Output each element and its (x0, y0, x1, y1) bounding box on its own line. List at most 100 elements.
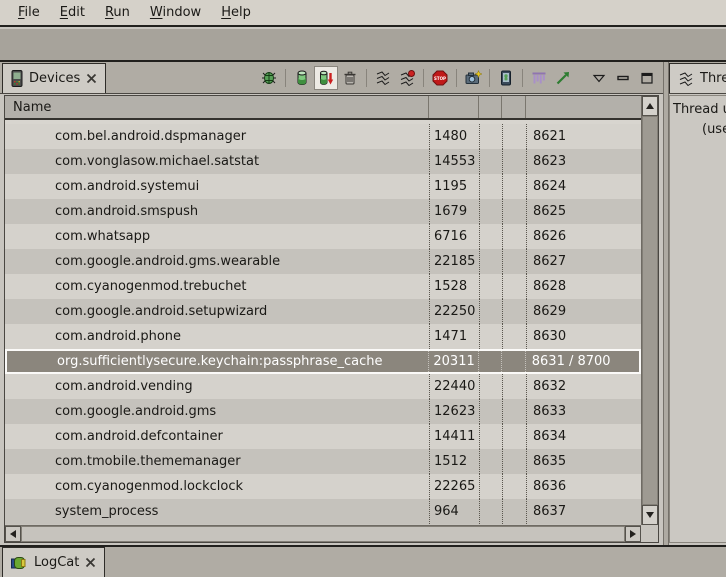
empty-cell (479, 424, 502, 449)
screen-capture-button[interactable] (461, 66, 485, 90)
column-header-empty[interactable] (502, 96, 526, 118)
tab-devices[interactable]: Devices (2, 63, 106, 93)
capture-view-hierarchy-button[interactable] (494, 66, 518, 90)
menu-item-edit[interactable]: Edit (50, 2, 95, 23)
table-header: Name (5, 96, 641, 120)
scroll-left-icon[interactable] (5, 526, 21, 542)
vertical-scrollbar-thumb[interactable] (642, 116, 658, 505)
threads-tabbar: Threads (669, 62, 726, 94)
dump-hprof-button[interactable] (314, 66, 338, 90)
update-heap-button[interactable] (290, 66, 314, 90)
process-name: com.bel.android.dspmanager (5, 124, 429, 149)
process-name: com.google.android.gms (5, 399, 429, 424)
close-icon[interactable] (86, 73, 97, 84)
stop-process-button[interactable]: STOP (428, 66, 452, 90)
column-header-name[interactable]: Name (5, 96, 429, 118)
process-pid: 1528 (429, 274, 479, 299)
toolbar-separator (522, 69, 523, 87)
logcat-icon (11, 555, 28, 570)
ui-automator-dump-button[interactable] (527, 66, 551, 90)
table-row[interactable]: com.android.smspush 1679 8625 (5, 199, 641, 224)
table-row[interactable]: com.vonglasow.michael.satstat 14553 8623 (5, 149, 641, 174)
column-header-port[interactable] (526, 96, 641, 118)
table-row[interactable]: com.google.android.gms 12623 8633 (5, 399, 641, 424)
tab-threads[interactable]: Threads (669, 63, 726, 93)
process-port: 8631 / 8700 (525, 351, 639, 372)
table-row[interactable]: com.google.android.setupwizard 22250 862… (5, 299, 641, 324)
stop-icon: STOP (432, 70, 448, 86)
table-row[interactable]: com.android.systemui 1195 8624 (5, 174, 641, 199)
process-name: com.android.phone (5, 324, 429, 349)
table-row[interactable]: com.android.defcontainer 14411 8634 (5, 424, 641, 449)
scrollbar-corner (641, 525, 658, 542)
process-name: com.android.systemui (5, 174, 429, 199)
threads-message-line1: Thread updates not enabled for selected … (670, 100, 726, 120)
horizontal-scrollbar[interactable] (5, 525, 641, 542)
devices-tabbar: Devices (0, 62, 663, 94)
process-port: 8635 (526, 449, 641, 474)
main-area: Devices (0, 62, 726, 545)
process-pid: 20311 (428, 351, 478, 372)
heap-cylinder-icon (294, 70, 310, 86)
menu-item-help[interactable]: Help (211, 2, 261, 23)
logcat-tabbar: LogCat (0, 545, 726, 577)
ui-automator-icon (531, 70, 547, 86)
devices-toolbar: STOP (257, 66, 659, 90)
scroll-up-icon[interactable] (642, 96, 658, 116)
threads-message-line2: (use toolbar button to enable) (670, 120, 726, 140)
empty-cell (501, 351, 525, 372)
table-row[interactable]: com.google.android.gms.wearable 22185 86… (5, 249, 641, 274)
table-row[interactable]: system_process 964 8637 (5, 499, 641, 524)
column-header-pid[interactable] (429, 96, 479, 118)
debug-process-button[interactable] (257, 66, 281, 90)
empty-cell (502, 399, 526, 424)
process-pid: 22185 (429, 249, 479, 274)
empty-cell (479, 174, 502, 199)
table-row[interactable]: org.sufficientlysecure.keychain:passphra… (5, 349, 641, 374)
table-row[interactable]: com.bel.android.dspmanager 1480 8621 (5, 124, 641, 149)
menu-item-window[interactable]: Window (140, 2, 211, 23)
table-row[interactable]: com.android.phone 1471 8630 (5, 324, 641, 349)
process-pid: 1471 (429, 324, 479, 349)
menu-item-file[interactable]: File (8, 2, 50, 23)
empty-cell (502, 299, 526, 324)
cause-gc-button[interactable] (338, 66, 362, 90)
tab-logcat[interactable]: LogCat (2, 547, 105, 577)
close-icon[interactable] (85, 557, 96, 568)
camera-icon (465, 70, 482, 86)
empty-cell (479, 249, 502, 274)
start-tracing-button[interactable] (551, 66, 575, 90)
maximize-icon (640, 71, 654, 85)
maximize-button[interactable] (635, 66, 659, 90)
empty-cell (479, 199, 502, 224)
trash-icon (342, 70, 358, 86)
process-port: 8637 (526, 499, 641, 524)
table-row[interactable]: com.whatsapp 6716 8626 (5, 224, 641, 249)
minimize-icon (616, 71, 630, 85)
empty-cell (479, 299, 502, 324)
empty-cell (502, 224, 526, 249)
table-row[interactable]: com.android.vending 22440 8632 (5, 374, 641, 399)
scroll-right-icon[interactable] (625, 526, 641, 542)
start-method-profiling-button[interactable] (395, 66, 419, 90)
view-menu-button[interactable] (587, 66, 611, 90)
horizontal-scrollbar-thumb[interactable] (21, 526, 625, 542)
scroll-down-icon[interactable] (642, 505, 658, 525)
menu-item-run[interactable]: Run (95, 2, 140, 23)
device-process-table: Name com.bel.android.dspmanager 1480 862… (4, 95, 659, 543)
update-threads-button[interactable] (371, 66, 395, 90)
empty-cell (502, 324, 526, 349)
table-row[interactable]: com.tmobile.thememanager 1512 8635 (5, 449, 641, 474)
table-row[interactable]: com.cyanogenmod.trebuchet 1528 8628 (5, 274, 641, 299)
toolbar-separator (456, 69, 457, 87)
vertical-scrollbar[interactable] (641, 96, 658, 525)
process-port: 8629 (526, 299, 641, 324)
empty-cell (502, 274, 526, 299)
process-pid: 1512 (429, 449, 479, 474)
minimize-button[interactable] (611, 66, 635, 90)
table-row[interactable]: com.cyanogenmod.lockclock 22265 8636 (5, 474, 641, 499)
process-name: com.tmobile.thememanager (5, 449, 429, 474)
process-port: 8628 (526, 274, 641, 299)
process-pid: 14553 (429, 149, 479, 174)
column-header-empty[interactable] (479, 96, 502, 118)
